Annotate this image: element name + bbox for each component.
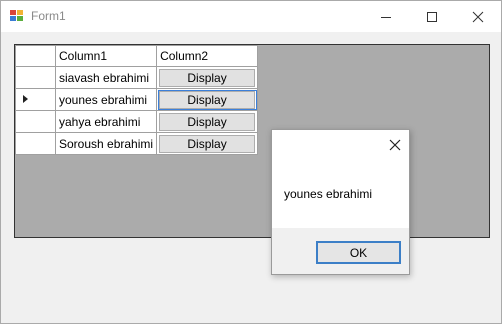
window-title: Form1 (31, 9, 66, 23)
app-icon (10, 10, 24, 23)
close-icon (472, 11, 484, 22)
row-header[interactable] (15, 110, 56, 133)
minimize-button[interactable] (363, 1, 409, 32)
name-cell[interactable]: Soroush ebrahimi (54, 132, 158, 155)
display-button[interactable]: Display (159, 90, 256, 109)
table-row[interactable]: younes ebrahimi Display (15, 88, 259, 111)
dialog-close-button[interactable] (387, 137, 403, 153)
row-header[interactable] (15, 132, 56, 155)
data-grid-table: Column1 Column2 siavash ebrahimi Display… (15, 45, 259, 155)
minimize-icon (381, 16, 391, 18)
display-button[interactable]: Display (159, 134, 256, 153)
table-row[interactable]: siavash ebrahimi Display (15, 66, 259, 89)
display-cell-selected: Display (156, 88, 259, 111)
maximize-button[interactable] (409, 1, 455, 32)
display-button[interactable]: Display (159, 68, 256, 87)
grid-header-row: Column1 Column2 (15, 45, 259, 67)
name-cell[interactable]: yahya ebrahimi (54, 110, 158, 133)
row-header-current[interactable] (15, 88, 56, 111)
grid-corner-header[interactable] (15, 45, 56, 67)
maximize-icon (427, 11, 437, 22)
message-box-dialog: younes ebrahimi OK (271, 129, 410, 275)
column-header-column2[interactable]: Column2 (156, 45, 259, 67)
current-row-arrow-icon (23, 95, 28, 103)
close-icon (389, 139, 401, 151)
form-window: Form1 Column1 Column2 siavash ebrahimi D… (0, 0, 502, 324)
row-header[interactable] (15, 66, 56, 89)
display-cell: Display (156, 132, 259, 155)
data-grid-view[interactable]: Column1 Column2 siavash ebrahimi Display… (14, 44, 490, 238)
name-cell[interactable]: younes ebrahimi (54, 88, 158, 111)
table-row[interactable]: yahya ebrahimi Display (15, 110, 259, 133)
ok-button[interactable]: OK (316, 241, 401, 264)
close-button[interactable] (455, 1, 501, 32)
display-button[interactable]: Display (159, 112, 256, 131)
display-cell: Display (156, 66, 259, 89)
column-header-column1[interactable]: Column1 (54, 45, 158, 67)
message-text: younes ebrahimi (284, 187, 373, 201)
title-bar[interactable]: Form1 (1, 1, 501, 32)
name-cell[interactable]: siavash ebrahimi (54, 66, 158, 89)
display-cell: Display (156, 110, 259, 133)
table-row[interactable]: Soroush ebrahimi Display (15, 132, 259, 155)
